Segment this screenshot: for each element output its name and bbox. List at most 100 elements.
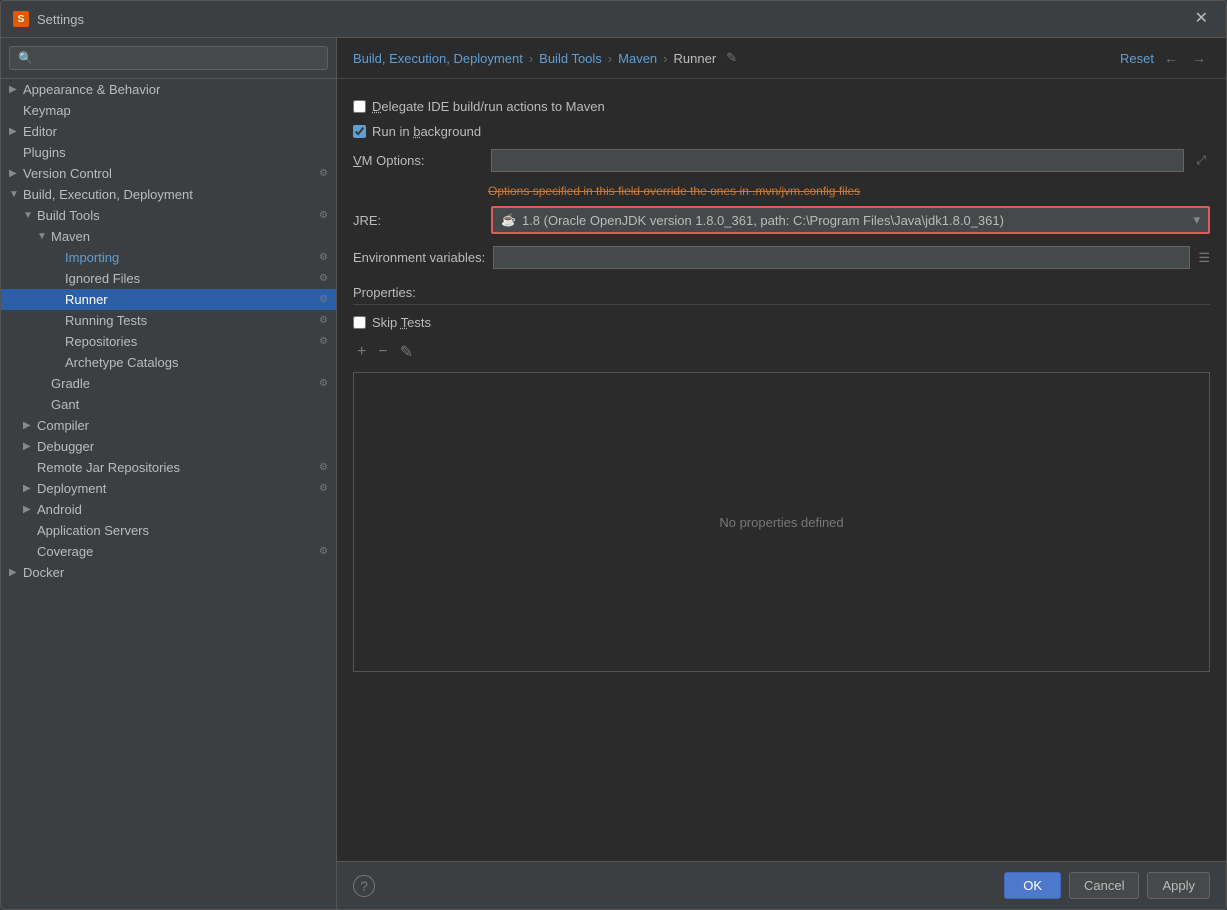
close-button[interactable]: ✕ <box>1189 9 1214 29</box>
properties-table: No properties defined <box>353 372 1210 672</box>
sidebar-item-23[interactable]: ▶Docker <box>1 562 336 583</box>
sidebar-item-16[interactable]: ▶Compiler <box>1 415 336 436</box>
vm-expand-button[interactable]: ⤢ <box>1192 151 1210 170</box>
breadcrumb: Build, Execution, Deployment › Build Too… <box>337 38 1226 79</box>
sidebar-gear-19: ⚙ <box>315 483 328 494</box>
sep3: › <box>663 51 667 66</box>
sidebar-item-13[interactable]: Archetype Catalogs <box>1 352 336 373</box>
ok-button[interactable]: OK <box>1004 872 1061 899</box>
sidebar-item-21[interactable]: Application Servers <box>1 520 336 541</box>
delegate-checkbox[interactable] <box>353 100 366 113</box>
remove-property-button[interactable]: − <box>374 341 391 363</box>
title-bar: S Settings ✕ <box>1 1 1226 38</box>
sidebar-arrow-16: ▶ <box>23 420 37 431</box>
settings-window: S Settings ✕ ▶Appearance & BehaviorKeyma… <box>0 0 1227 910</box>
vm-options-row: VM Options: ⤢ <box>353 149 1210 172</box>
skip-tests-label[interactable]: Skip Tests <box>353 315 431 330</box>
reset-button[interactable]: Reset <box>1120 51 1154 66</box>
sidebar-label-9: Ignored Files <box>65 271 315 286</box>
sidebar-label-3: Plugins <box>23 145 328 160</box>
sidebar-item-22[interactable]: Coverage⚙ <box>1 541 336 562</box>
sidebar-label-11: Running Tests <box>65 313 315 328</box>
background-label[interactable]: Run in background <box>353 124 481 139</box>
sidebar-item-17[interactable]: ▶Debugger <box>1 436 336 457</box>
skip-tests-row: Skip Tests <box>353 315 1210 330</box>
sidebar-arrow-6: ▼ <box>23 210 37 221</box>
breadcrumb-build-tools[interactable]: Build Tools <box>539 51 602 66</box>
sidebar-item-5[interactable]: ▼Build, Execution, Deployment <box>1 184 336 205</box>
help-button[interactable]: ? <box>353 875 375 897</box>
background-row: Run in background <box>353 124 1210 139</box>
sidebar-item-3[interactable]: Plugins <box>1 142 336 163</box>
skip-tests-checkbox[interactable] <box>353 316 366 329</box>
jre-value: 1.8 (Oracle OpenJDK version 1.8.0_361, p… <box>522 213 1004 228</box>
sidebar-arrow-23: ▶ <box>9 567 23 578</box>
sidebar-gear-18: ⚙ <box>315 462 328 473</box>
sidebar-item-19[interactable]: ▶Deployment⚙ <box>1 478 336 499</box>
delegate-label[interactable]: Delegate IDE build/run actions to Maven <box>353 99 605 114</box>
sidebar-label-2: Editor <box>23 124 328 139</box>
env-vars-input[interactable] <box>493 246 1190 269</box>
sidebar-item-6[interactable]: ▼Build Tools⚙ <box>1 205 336 226</box>
sidebar-label-22: Coverage <box>37 544 315 559</box>
env-vars-row: Environment variables: ☰ <box>353 246 1210 269</box>
vm-hint-text: Options specified in this field override… <box>488 184 1210 198</box>
bottom-bar: ? OK Cancel Apply <box>337 861 1226 909</box>
sidebar-label-18: Remote Jar Repositories <box>37 460 315 475</box>
sidebar-label-15: Gant <box>51 397 328 412</box>
sidebar-item-12[interactable]: Repositories⚙ <box>1 331 336 352</box>
background-text: Run in background <box>372 124 481 139</box>
jre-select[interactable]: ☕ 1.8 (Oracle OpenJDK version 1.8.0_361,… <box>491 206 1210 234</box>
sidebar-label-23: Docker <box>23 565 328 580</box>
sidebar-item-0[interactable]: ▶Appearance & Behavior <box>1 79 336 100</box>
title-bar-left: S Settings <box>13 11 84 27</box>
nav-back-button[interactable]: ← <box>1160 48 1182 68</box>
properties-section-title: Properties: <box>353 285 1210 305</box>
apply-button[interactable]: Apply <box>1147 872 1210 899</box>
sidebar-label-13: Archetype Catalogs <box>65 355 328 370</box>
sidebar-item-10[interactable]: Runner⚙ <box>1 289 336 310</box>
edit-property-button[interactable]: ✎ <box>396 340 417 364</box>
env-vars-label: Environment variables: <box>353 250 485 265</box>
search-input[interactable] <box>9 46 328 70</box>
sidebar-label-6: Build Tools <box>37 208 315 223</box>
sidebar-item-2[interactable]: ▶Editor <box>1 121 336 142</box>
sidebar-item-15[interactable]: Gant <box>1 394 336 415</box>
sidebar-arrow-4: ▶ <box>9 168 23 179</box>
sidebar-arrow-19: ▶ <box>23 483 37 494</box>
sidebar-label-4: Version Control <box>23 166 315 181</box>
sidebar-label-17: Debugger <box>37 439 328 454</box>
env-edit-button[interactable]: ☰ <box>1198 250 1210 266</box>
sidebar-gear-14: ⚙ <box>315 378 328 389</box>
breadcrumb-maven[interactable]: Maven <box>618 51 657 66</box>
sidebar-item-7[interactable]: ▼Maven <box>1 226 336 247</box>
background-checkbox[interactable] <box>353 125 366 138</box>
sidebar-gear-12: ⚙ <box>315 336 328 347</box>
sidebar-gear-10: ⚙ <box>315 294 328 305</box>
cancel-button[interactable]: Cancel <box>1069 872 1139 899</box>
breadcrumb-build[interactable]: Build, Execution, Deployment <box>353 51 523 66</box>
sidebar-item-18[interactable]: Remote Jar Repositories⚙ <box>1 457 336 478</box>
sidebar-gear-8: ⚙ <box>315 252 328 263</box>
sidebar-gear-11: ⚙ <box>315 315 328 326</box>
sidebar-item-4[interactable]: ▶Version Control⚙ <box>1 163 336 184</box>
sidebar-gear-9: ⚙ <box>315 273 328 284</box>
sidebar-item-8[interactable]: Importing⚙ <box>1 247 336 268</box>
nav-forward-button[interactable]: → <box>1188 48 1210 68</box>
sidebar-item-14[interactable]: Gradle⚙ <box>1 373 336 394</box>
main-content: ▶Appearance & BehaviorKeymap▶EditorPlugi… <box>1 38 1226 909</box>
sidebar-item-11[interactable]: Running Tests⚙ <box>1 310 336 331</box>
sidebar-gear-4: ⚙ <box>315 168 328 179</box>
props-toolbar: + − ✎ <box>353 336 1210 368</box>
breadcrumb-runner: Runner <box>674 51 717 66</box>
sidebar-label-20: Android <box>37 502 328 517</box>
sidebar-item-1[interactable]: Keymap <box>1 100 336 121</box>
sidebar-label-21: Application Servers <box>37 523 328 538</box>
sidebar-item-9[interactable]: Ignored Files⚙ <box>1 268 336 289</box>
sidebar-label-10: Runner <box>65 292 315 307</box>
vm-options-input[interactable] <box>491 149 1184 172</box>
breadcrumb-edit-icon[interactable]: ✎ <box>726 50 737 66</box>
add-property-button[interactable]: + <box>353 341 370 363</box>
sidebar-gear-22: ⚙ <box>315 546 328 557</box>
sidebar-item-20[interactable]: ▶Android <box>1 499 336 520</box>
